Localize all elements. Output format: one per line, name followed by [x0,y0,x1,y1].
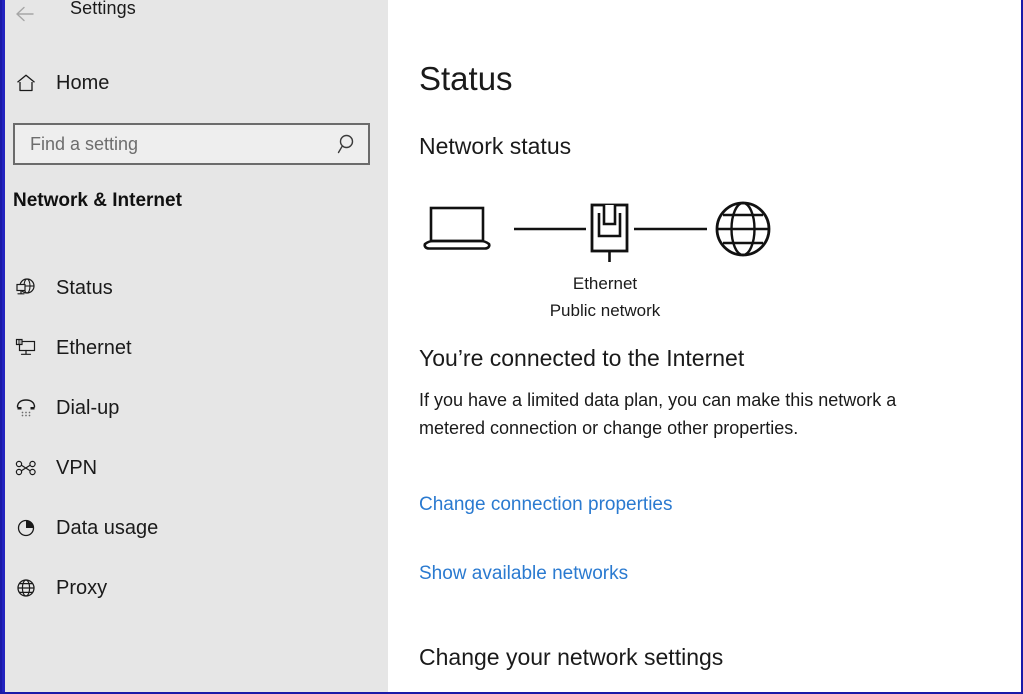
globe-icon [717,203,769,255]
sidebar: Settings Home Network & Internet [5,0,388,692]
back-arrow-icon [14,3,36,25]
laptop-icon [425,208,490,249]
network-caption: Ethernet Public network [419,270,791,324]
back-button[interactable] [11,0,39,28]
change-network-settings-heading: Change your network settings [419,644,723,671]
sidebar-item-home[interactable]: Home [5,64,388,102]
page-title: Status [419,60,513,98]
sidebar-item-vpn-label: VPN [56,457,97,480]
sidebar-item-data-usage-label: Data usage [56,517,158,540]
sidebar-category-title: Network & Internet [13,190,182,212]
sidebar-item-dial-up[interactable]: Dial-up [5,378,388,438]
search-box[interactable] [13,123,370,165]
pie-chart-icon [13,517,39,539]
home-icon [13,72,39,94]
network-name: Ethernet [419,270,791,297]
vpn-nodes-icon [13,457,39,479]
sidebar-item-proxy[interactable]: Proxy [5,558,388,618]
network-status-heading: Network status [419,133,571,160]
sidebar-nav-list: Status Ethernet [5,258,388,618]
search-icon[interactable] [328,132,368,156]
sidebar-item-dial-up-label: Dial-up [56,397,119,420]
title-bar: Settings [5,0,388,34]
sidebar-item-status-label: Status [56,277,113,300]
sidebar-item-home-label: Home [56,72,109,95]
sidebar-item-ethernet[interactable]: Ethernet [5,318,388,378]
settings-window: Settings Home Network & Internet [0,0,1023,694]
connection-status-heading: You’re connected to the Internet [419,345,744,372]
sidebar-item-status[interactable]: Status [5,258,388,318]
change-connection-properties-link[interactable]: Change connection properties [419,494,673,516]
search-input[interactable] [15,133,328,156]
sidebar-item-proxy-label: Proxy [56,577,107,600]
window-title: Settings [70,0,136,19]
network-type: Public network [419,297,791,324]
sidebar-item-ethernet-label: Ethernet [56,337,132,360]
connection-description: If you have a limited data plan, you can… [419,386,914,442]
show-available-networks-link[interactable]: Show available networks [419,563,628,585]
globe-icon [13,577,39,599]
ethernet-port-icon [592,205,627,262]
globe-monitor-icon [13,277,39,299]
network-diagram [419,200,799,275]
main-content: Status Network status [388,0,1021,692]
sidebar-item-vpn[interactable]: VPN [5,438,388,498]
phone-handset-icon [13,397,39,419]
sidebar-item-data-usage[interactable]: Data usage [5,498,388,558]
monitor-icon [13,337,39,359]
